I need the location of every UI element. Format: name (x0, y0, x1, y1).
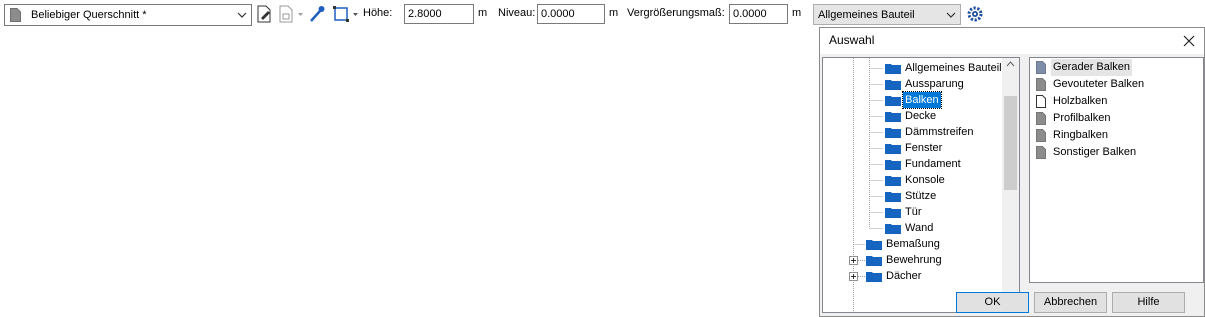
dialog-titlebar: Auswahl (820, 28, 1204, 54)
rectangle-select-icon[interactable] (333, 6, 349, 22)
hoehe-label: Höhe: (363, 7, 393, 19)
scale-input[interactable]: 0.0000 (729, 4, 788, 24)
gear-icon[interactable] (966, 5, 984, 23)
niveau-unit: m (609, 7, 619, 19)
tree-item-bewehrung[interactable]: Bewehrung (849, 252, 989, 268)
type-list[interactable]: Gerader Balken Gevouteter Balken Holzbal… (1029, 57, 1204, 283)
hoehe-input[interactable]: 2.8000 (404, 4, 474, 24)
tree-item-daecher[interactable]: Dächer (849, 268, 989, 284)
document-icon (1036, 129, 1046, 142)
folder-icon (885, 192, 901, 202)
scale-label: Vergrößerungsmaß: (627, 7, 725, 19)
dropdown-arrow-icon[interactable] (298, 11, 303, 19)
tree-item-label: Stütze (905, 190, 937, 202)
chevron-down-icon (237, 12, 247, 18)
cancel-button[interactable]: Abbrechen (1034, 292, 1107, 313)
scale-unit: m (792, 7, 802, 19)
folder-icon (885, 64, 901, 74)
list-item-label: Ringbalken (1053, 129, 1109, 141)
expand-icon[interactable] (849, 256, 858, 265)
folder-icon (885, 144, 901, 154)
document-icon (10, 8, 21, 22)
document-icon (1036, 112, 1046, 125)
list-item-label: Profilbalken (1053, 112, 1111, 124)
dialog-title: Auswahl (829, 33, 875, 47)
category-tree[interactable]: Allgemeines Bauteil Aussparung Balken De… (822, 57, 1020, 313)
tree-item-label: Allgemeines Bauteil (905, 62, 1002, 74)
section-combo-value: Beliebiger Querschnitt * (31, 9, 147, 21)
tree-item-label: Fundament (905, 158, 961, 170)
list-item-label: Gevouteter Balken (1053, 78, 1145, 90)
folder-icon (885, 208, 901, 218)
document-icon (1036, 146, 1046, 159)
folder-icon (866, 272, 882, 282)
scrollbar-thumb[interactable] (1004, 96, 1017, 190)
document-icon (1036, 61, 1046, 74)
niveau-input[interactable]: 0.0000 (537, 4, 605, 24)
tree-item-label: Tür (905, 206, 922, 218)
tree-item-label: Bemaßung (886, 238, 940, 250)
edit-document-icon[interactable] (257, 5, 272, 23)
folder-icon (885, 112, 901, 122)
component-combo-value: Allgemeines Bauteil (818, 9, 915, 21)
close-icon[interactable] (1182, 34, 1196, 48)
folder-icon (885, 96, 901, 106)
folder-icon (885, 224, 901, 234)
help-button[interactable]: Hilfe (1112, 292, 1185, 313)
folder-icon (866, 240, 882, 250)
save-document-icon[interactable] (279, 5, 293, 23)
tree-item-label: Bewehrung (886, 254, 942, 266)
section-combo[interactable]: Beliebiger Querschnitt * (4, 4, 252, 26)
selection-dialog: Auswahl Allgemeines Bauteil Aussparung B… (819, 27, 1205, 317)
expand-icon[interactable] (849, 272, 858, 281)
tree-item-label: Konsole (905, 174, 945, 186)
scroll-up-icon[interactable] (1006, 61, 1015, 67)
hoehe-unit: m (478, 7, 488, 19)
list-item-label: Holzbalken (1053, 95, 1108, 107)
tree-item-label: Aussparung (905, 78, 964, 90)
folder-icon (885, 176, 901, 186)
niveau-label: Niveau: (498, 7, 536, 19)
tree-scrollbar[interactable] (1002, 58, 1019, 312)
tree-item-label: Dächer (886, 270, 922, 282)
folder-icon (885, 80, 901, 90)
pipette-icon[interactable] (309, 5, 325, 23)
document-icon (1036, 95, 1046, 108)
ok-button[interactable]: OK (956, 292, 1029, 313)
chevron-down-icon (946, 12, 956, 18)
tree-item-label: Fenster (905, 142, 943, 154)
tree-item-label: Wand (905, 222, 934, 234)
toolbar: Beliebiger Querschnitt * Höhe: 2.8000 m … (0, 0, 1205, 28)
folder-icon (885, 160, 901, 170)
list-item-label: Gerader Balken (1051, 59, 1133, 76)
component-combo[interactable]: Allgemeines Bauteil (813, 4, 961, 25)
folder-icon (866, 256, 882, 266)
dropdown-arrow-icon[interactable] (353, 11, 358, 19)
document-icon (1036, 78, 1046, 91)
list-item-label: Sonstiger Balken (1053, 146, 1137, 158)
tree-item-label: Decke (905, 110, 937, 122)
folder-icon (885, 128, 901, 138)
tree-item-label: Dämmstreifen (905, 126, 974, 138)
tree-item-label: Balken (902, 91, 942, 109)
